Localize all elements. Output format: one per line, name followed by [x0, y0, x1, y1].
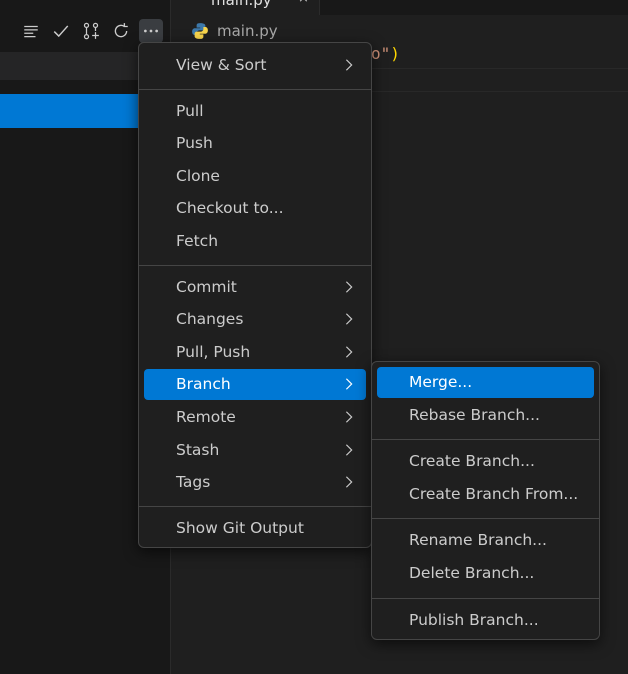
menu-item-label: Create Branch From... — [409, 484, 579, 503]
menu-item-delete-branch[interactable]: Delete Branch... — [377, 558, 594, 589]
chevron-right-icon — [345, 59, 353, 71]
tab-title: main.py — [211, 0, 272, 9]
chevron-right-icon — [345, 280, 353, 293]
menu-item-label: Publish Branch... — [409, 610, 539, 629]
menu-separator — [372, 518, 599, 520]
menu-item-label: Merge... — [409, 373, 473, 391]
menu-item-label: Pull — [176, 101, 204, 120]
sidebar-selected-item[interactable] — [0, 94, 140, 128]
chevron-right-icon — [345, 378, 353, 391]
menu-item-rename-branch[interactable]: Rename Branch... — [377, 525, 594, 556]
editor-tab-bar: main.py × — [171, 0, 628, 15]
branch-submenu: Merge... Rebase Branch... Create Branch...… — [371, 361, 600, 640]
close-icon[interactable]: × — [298, 0, 309, 6]
more-actions-icon[interactable] — [139, 19, 163, 43]
chevron-right-icon — [345, 411, 353, 423]
menu-item-checkout-to[interactable]: Checkout to... — [144, 193, 366, 224]
menu-item-label: Remote — [176, 408, 236, 426]
menu-item-publish-branch[interactable]: Publish Branch... — [377, 605, 594, 636]
breadcrumb: main.py — [191, 20, 278, 42]
menu-item-label: Commit — [176, 277, 237, 296]
menu-separator — [139, 264, 371, 266]
menu-item-pull-push[interactable]: Pull, Push — [144, 337, 366, 368]
refresh-icon[interactable] — [110, 20, 132, 42]
menu-item-create-branch-from[interactable]: Create Branch From... — [377, 479, 594, 510]
menu-item-view-sort[interactable]: View & Sort — [144, 50, 366, 81]
menu-item-show-git-output[interactable]: Show Git Output — [144, 513, 366, 544]
tab-main-py[interactable]: main.py × — [171, 0, 320, 15]
view-list-icon[interactable] — [20, 20, 42, 42]
menu-item-push[interactable]: Push — [144, 128, 366, 159]
menu-item-remote[interactable]: Remote — [144, 402, 366, 433]
menu-item-label: Push — [176, 134, 213, 153]
menu-item-commit[interactable]: Commit — [144, 272, 366, 303]
menu-item-label: Clone — [176, 166, 220, 185]
menu-item-tags[interactable]: Tags — [144, 467, 366, 498]
chevron-right-icon — [345, 476, 353, 488]
menu-item-label: Show Git Output — [176, 518, 304, 537]
breadcrumb-file[interactable]: main.py — [217, 22, 278, 40]
menu-item-label: Tags — [176, 473, 211, 492]
menu-item-clone[interactable]: Clone — [144, 161, 366, 192]
code-string: o" — [371, 44, 391, 63]
menu-item-label: Fetch — [176, 232, 219, 250]
menu-item-label: Delete Branch... — [409, 564, 535, 582]
menu-item-stash[interactable]: Stash — [144, 435, 366, 466]
menu-item-label: Create Branch... — [409, 452, 535, 471]
menu-separator — [372, 439, 599, 441]
more-actions-menu: View & Sort Pull Push Clone Checkout to... Fe… — [138, 42, 372, 548]
check-icon[interactable] — [50, 20, 72, 42]
menu-item-pull[interactable]: Pull — [144, 96, 366, 127]
python-file-icon — [192, 23, 208, 39]
vscode-window: main.py × main.py o") View & Sort Pull Pus… — [0, 0, 628, 674]
menu-item-rebase-branch[interactable]: Rebase Branch... — [377, 400, 594, 431]
menu-item-label: Rename Branch... — [409, 531, 547, 550]
menu-item-label: View & Sort — [176, 56, 267, 74]
menu-separator — [139, 88, 371, 90]
chevron-right-icon — [345, 443, 353, 456]
menu-item-branch[interactable]: Branch — [144, 369, 366, 401]
menu-item-label: Stash — [176, 440, 220, 459]
menu-separator — [372, 597, 599, 599]
code-line: o") — [371, 44, 400, 63]
git-pull-request-create-icon[interactable] — [80, 20, 102, 42]
menu-item-fetch[interactable]: Fetch — [144, 226, 366, 257]
chevron-right-icon — [345, 346, 353, 358]
menu-item-label: Pull, Push — [176, 342, 251, 361]
menu-item-merge[interactable]: Merge... — [377, 367, 594, 398]
menu-separator — [139, 505, 371, 507]
menu-item-label: Branch — [176, 375, 231, 394]
menu-item-create-branch[interactable]: Create Branch... — [377, 446, 594, 477]
menu-item-label: Changes — [176, 310, 244, 329]
code-paren: ) — [390, 44, 400, 63]
chevron-right-icon — [345, 313, 353, 325]
menu-item-label: Checkout to... — [176, 199, 284, 218]
menu-item-label: Rebase Branch... — [409, 405, 540, 424]
menu-item-changes[interactable]: Changes — [144, 304, 366, 335]
